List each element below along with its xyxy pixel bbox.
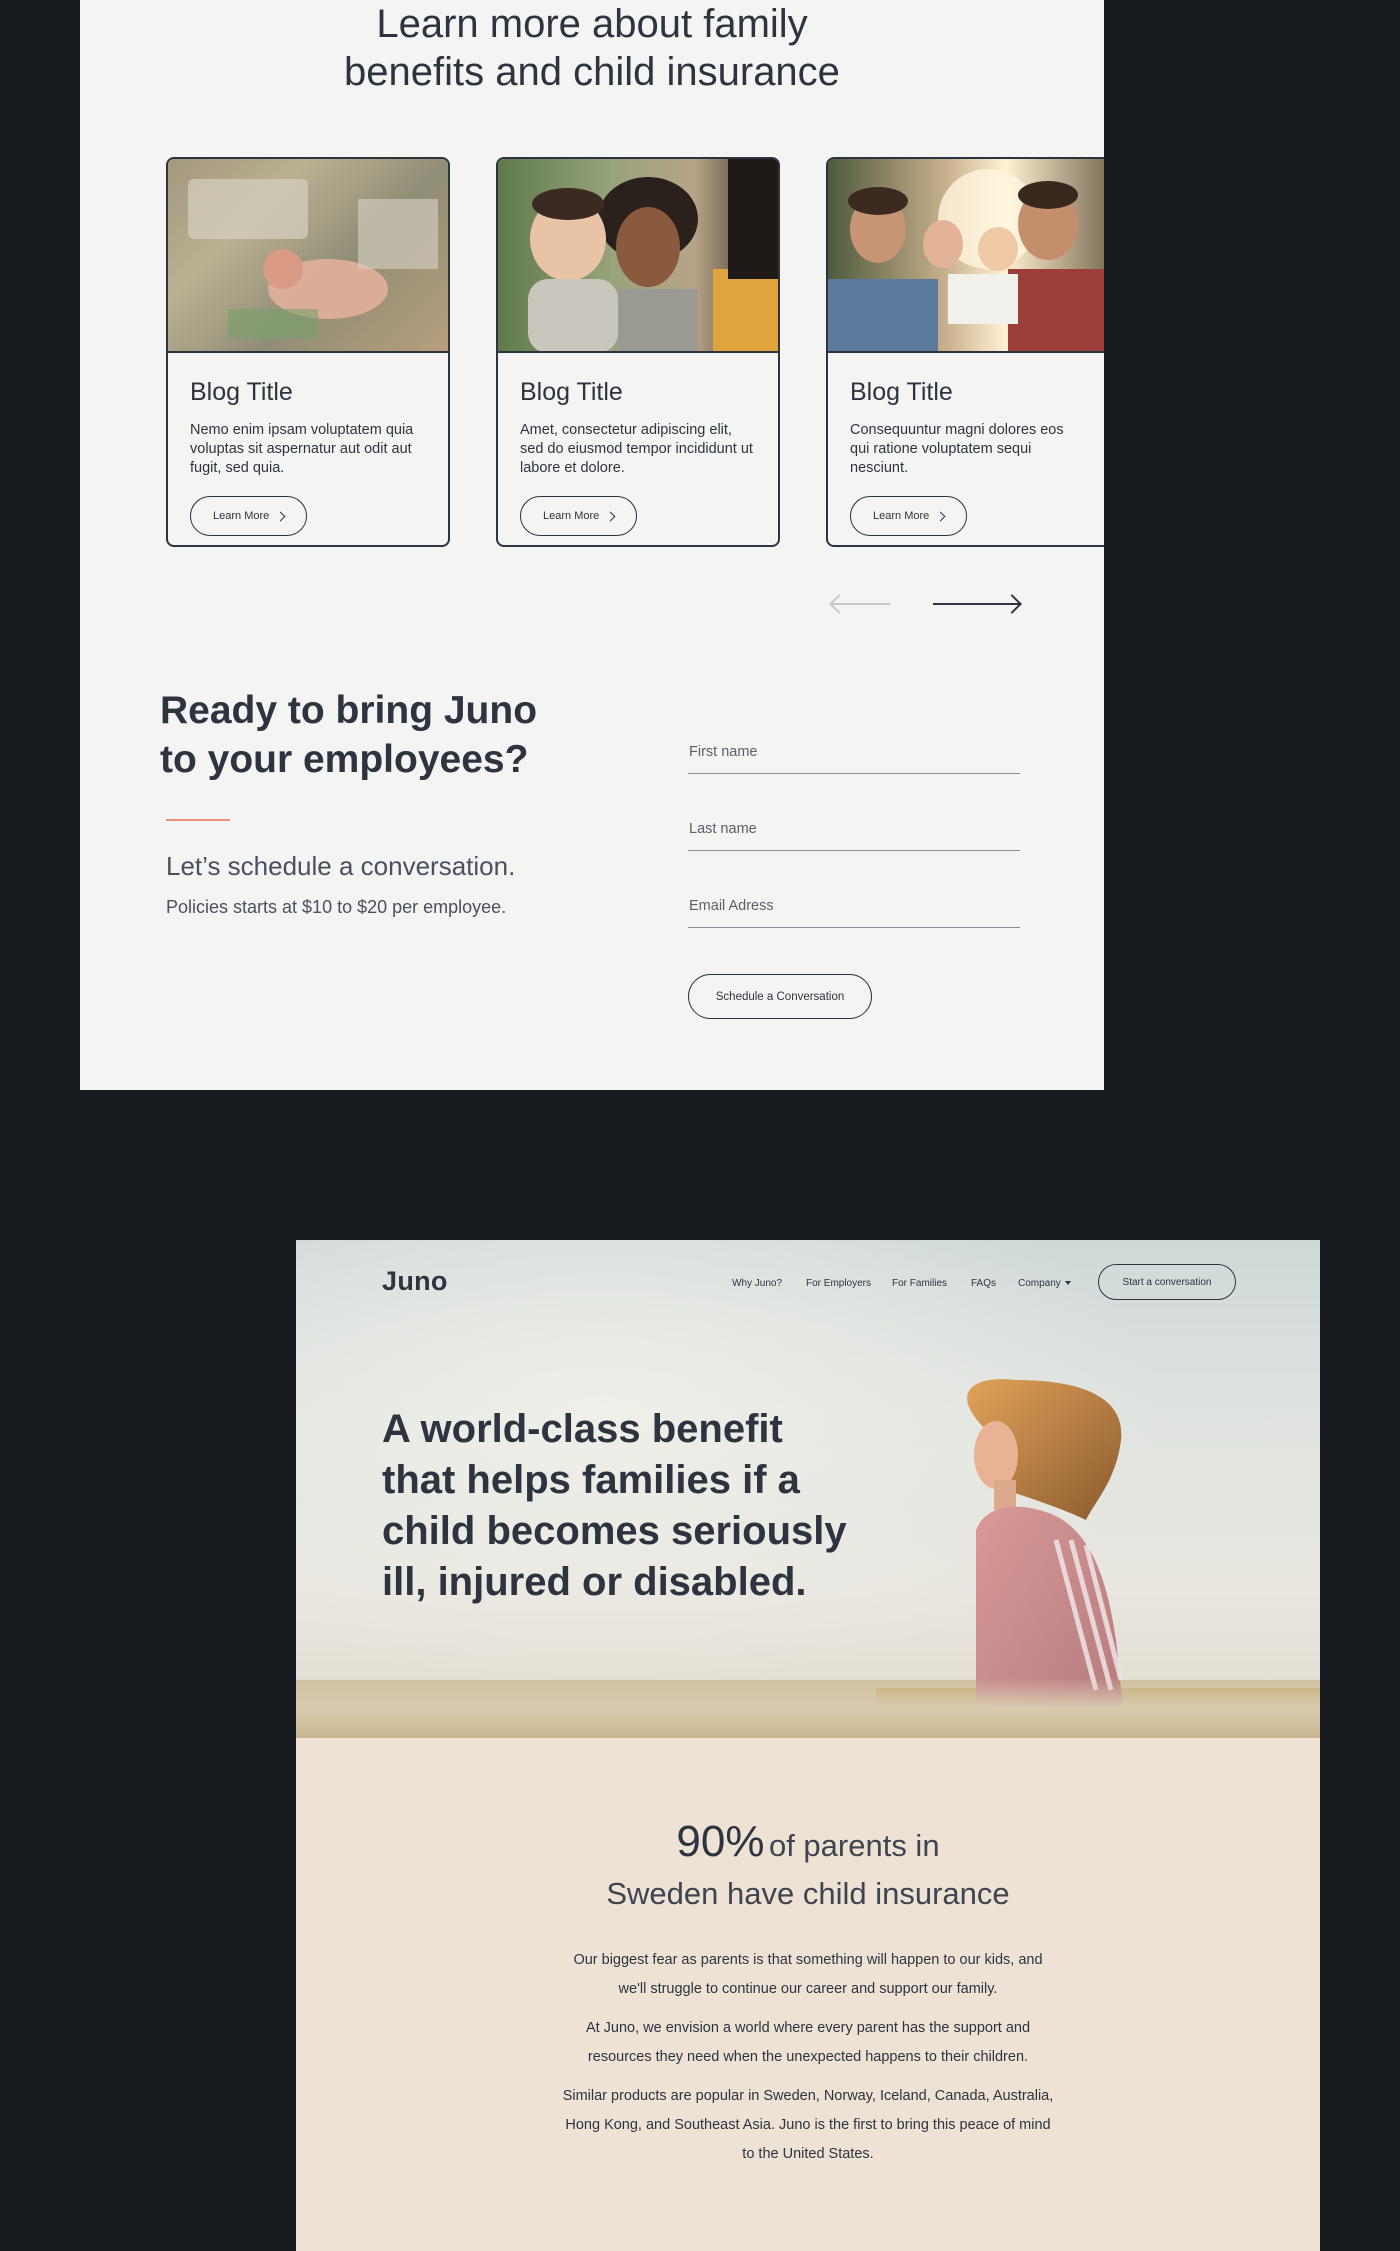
nav-company-label: Company: [1018, 1278, 1061, 1289]
blog-card[interactable]: Blog Title Nemo enim ipsam voluptatem qu…: [166, 157, 450, 547]
statistic-block: 90% of parents in Sweden have child insu…: [296, 1820, 1320, 1914]
blog-section-title: Learn more about family benefits and chi…: [80, 0, 1104, 96]
blog-card-title: Blog Title: [520, 378, 623, 406]
stat-value: 90%: [676, 1817, 765, 1866]
hero-title: A world-class benefit that helps familie…: [382, 1407, 847, 1604]
cta-title: Ready to bring Juno to your employees?: [160, 686, 537, 784]
cta-subtitle: Let’s schedule a conversation.: [166, 851, 516, 881]
nav-faqs[interactable]: FAQs: [971, 1278, 996, 1289]
nav-for-employers[interactable]: For Employers: [806, 1278, 871, 1289]
nav-company-dropdown[interactable]: Company: [1018, 1278, 1071, 1289]
learn-more-button[interactable]: Learn More: [190, 496, 308, 536]
accent-divider: [166, 819, 230, 821]
last-name-field[interactable]: Last name: [688, 821, 1020, 851]
blog-card-text: Amet, consectetur adipiscing elit, sed d…: [520, 422, 753, 476]
first-name-field[interactable]: First name: [688, 744, 1020, 774]
blog-card-title: Blog Title: [850, 378, 953, 406]
blog-card-title: Blog Title: [190, 378, 293, 406]
mission-paragraph: Similar products are popular in Sweden, …: [562, 2088, 1054, 2162]
pricing-note: Policies starts at $10 to $20 per employ…: [166, 897, 507, 917]
blog-and-cta-panel: Learn more about family benefits and chi…: [80, 0, 1104, 1090]
learn-more-button[interactable]: Learn More: [850, 496, 968, 536]
nav-for-families[interactable]: For Families: [892, 1278, 947, 1289]
juno-logo[interactable]: Juno: [382, 1266, 448, 1297]
chevron-right-icon: [275, 511, 286, 521]
blog-card-text: Consequuntur magni dolores eos qui ratio…: [850, 422, 1064, 476]
blog-card-image-newborn: [168, 159, 448, 353]
blog-title-line1: Learn more about family: [376, 2, 808, 46]
email-field[interactable]: Email Adress: [688, 898, 1020, 928]
learn-more-button[interactable]: Learn More: [520, 496, 638, 536]
blog-card-image-family: [828, 159, 1104, 353]
stat-text-line2: Sweden have child insurance: [606, 1876, 1010, 1911]
schedule-conversation-button[interactable]: Schedule a Conversation: [688, 974, 872, 1019]
landing-panel: Juno Why Juno? For Employers For Familie…: [296, 1240, 1320, 2251]
blog-card-text: Nemo enim ipsam voluptatem quia voluptas…: [190, 422, 414, 476]
carousel-prev-arrow-icon[interactable]: [828, 592, 890, 616]
chevron-right-icon: [605, 511, 616, 521]
learn-more-label: Learn More: [213, 510, 270, 522]
cta-title-line2: to your employees?: [160, 738, 529, 781]
stat-text-line1: of parents in: [768, 1828, 940, 1863]
start-conversation-button[interactable]: Start a conversation: [1098, 1264, 1236, 1300]
blog-title-line2: benefits and child insurance: [344, 50, 840, 94]
first-name-placeholder: First name: [689, 744, 758, 760]
blog-card[interactable]: Blog Title Consequuntur magni dolores eo…: [826, 157, 1104, 547]
caret-down-icon: [1064, 1281, 1071, 1286]
mission-paragraph: At Juno, we envision a world where every…: [585, 2020, 1031, 2065]
learn-more-label: Learn More: [543, 510, 600, 522]
carousel-next-arrow-icon[interactable]: [933, 592, 1023, 616]
email-placeholder: Email Adress: [689, 898, 774, 914]
hero-ground-gradient: [296, 1678, 1320, 1738]
cta-title-line1: Ready to bring Juno: [160, 689, 538, 732]
nav-why-juno[interactable]: Why Juno?: [732, 1278, 782, 1289]
learn-more-label: Learn More: [873, 510, 930, 522]
blog-card-image-mother-baby: [498, 159, 778, 353]
chevron-right-icon: [935, 511, 946, 521]
last-name-placeholder: Last name: [689, 821, 757, 837]
hero-section: Juno Why Juno? For Employers For Familie…: [296, 1240, 1320, 1738]
blog-card[interactable]: Blog Title Amet, consectetur adipiscing …: [496, 157, 780, 547]
mission-paragraph: Our biggest fear as parents is that some…: [573, 1952, 1043, 1997]
